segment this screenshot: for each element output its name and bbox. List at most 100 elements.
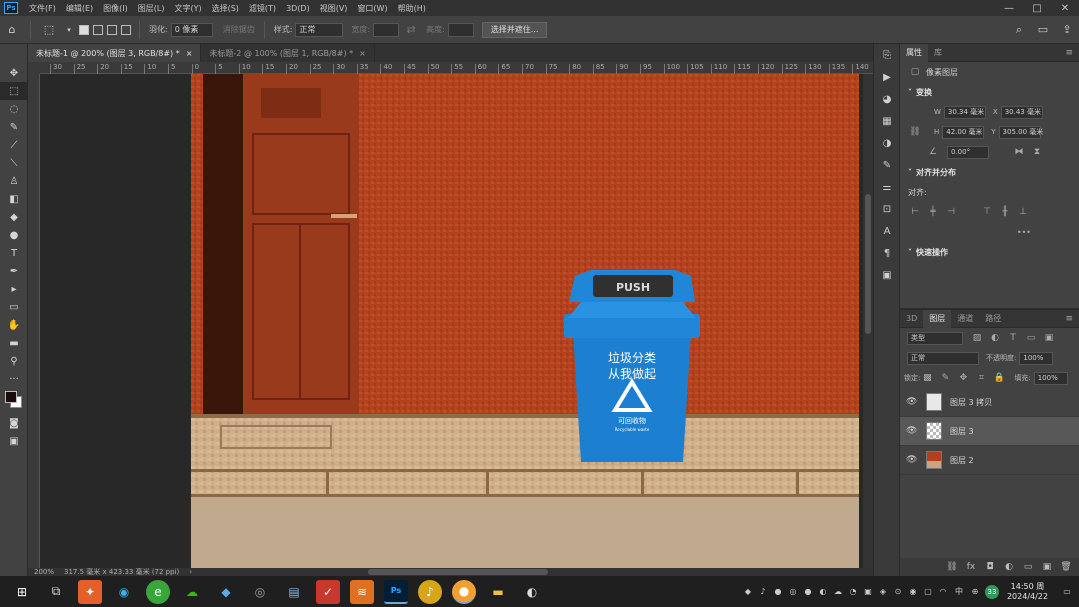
opacity-field[interactable]: 100% — [1019, 351, 1054, 365]
menu-edit[interactable]: 编辑(E) — [61, 3, 98, 14]
taskbar-app-orange-icon[interactable]: ✦ — [78, 579, 102, 604]
lock-artboard-icon[interactable]: ⌗ — [974, 372, 988, 384]
height-input[interactable] — [447, 22, 474, 37]
filter-type-icon[interactable]: T — [1006, 332, 1020, 344]
share-icon[interactable]: ⇪ — [1059, 22, 1075, 38]
marquee-preset-icon[interactable]: ⬚ — [41, 22, 57, 38]
document-canvas[interactable]: PUSH 垃圾分类 从我做起 可回收物 Recyclable waste — [191, 74, 859, 568]
actions-icon[interactable]: ▶ — [874, 66, 900, 88]
layer-filter-select[interactable]: 类型 — [907, 331, 963, 345]
history-icon[interactable]: ⎘ — [874, 44, 900, 66]
new-group-icon[interactable]: ▭ — [1021, 562, 1035, 572]
home-icon[interactable]: ⌂ — [4, 22, 20, 38]
align-bottom-icon[interactable]: ⊥ — [1016, 206, 1030, 218]
move-tool-icon[interactable]: ✥ — [0, 64, 28, 82]
color-swatches[interactable] — [0, 388, 28, 414]
vertical-scrollbar[interactable] — [863, 74, 873, 568]
more-options-icon[interactable]: ••• — [1017, 228, 1031, 237]
layer-item-3-copy[interactable]: 👁 图层 3 拷贝 — [900, 388, 1079, 417]
transform-section[interactable]: ˅ 变换 — [900, 82, 1079, 102]
intersect-selection-icon[interactable] — [121, 24, 131, 35]
feather-input[interactable]: 0 像素 — [170, 22, 213, 37]
new-layer-icon[interactable]: ▣ — [1040, 562, 1054, 572]
tray-app-icon[interactable]: ◐ — [817, 586, 829, 598]
notification-center-icon[interactable]: ▭ — [1061, 586, 1073, 598]
blend-mode-select[interactable]: 正常 — [907, 351, 979, 365]
filter-shape-icon[interactable]: ▭ — [1024, 332, 1038, 344]
task-view-icon[interactable]: ⧉ — [44, 580, 68, 604]
tab-channels[interactable]: 通道 — [951, 310, 979, 328]
y-field[interactable]: 305.00 毫米 — [998, 125, 1043, 139]
notification-badge[interactable]: 33 — [984, 584, 999, 599]
tray-app-icon[interactable]: ☁ — [832, 586, 844, 598]
antialias-checkbox[interactable]: 消除锯齿 — [223, 24, 255, 35]
file-explorer-icon[interactable]: ▬ — [486, 580, 510, 604]
panel-menu-icon[interactable]: ≡ — [1059, 314, 1079, 324]
tab-3d[interactable]: 3D — [900, 310, 923, 328]
path-select-tool-icon[interactable]: ▸ — [0, 280, 28, 298]
width-field[interactable]: 30.34 毫米 — [943, 105, 986, 119]
tray-app-icon[interactable]: ● — [772, 586, 784, 598]
taskbar-app-yellow-icon[interactable]: ♪ — [418, 579, 442, 604]
link-layers-icon[interactable]: ⛓ — [945, 562, 959, 572]
taskbar-app-amber-icon[interactable]: ● — [452, 579, 476, 604]
ime-indicator[interactable]: 中 — [952, 586, 966, 598]
stamp-tool-icon[interactable]: ♙ — [0, 172, 28, 190]
tray-app-icon[interactable]: ◔ — [847, 586, 859, 598]
flip-vertical-icon[interactable]: ⧗ — [1030, 146, 1044, 158]
brush-tool-icon[interactable]: ⟍ — [0, 154, 28, 172]
link-icon[interactable]: ⛓ — [908, 126, 922, 138]
tray-app-icon[interactable]: ◎ — [787, 586, 799, 598]
quick-select-tool-icon[interactable]: ✎ — [0, 118, 28, 136]
taskbar-app-dark-icon[interactable]: ◐ — [520, 580, 544, 604]
taskbar-app-green-icon[interactable]: e — [146, 579, 170, 604]
style-select[interactable]: 正常 — [295, 22, 344, 37]
layer-style-icon[interactable]: fx — [964, 562, 978, 572]
zoom-level[interactable]: 200% — [34, 568, 54, 576]
align-left-icon[interactable]: ⊢ — [908, 206, 922, 218]
menu-window[interactable]: 窗口(W) — [352, 3, 392, 14]
close-icon[interactable]: × — [359, 49, 366, 58]
adjustments-icon[interactable]: ◑ — [874, 132, 900, 154]
color-icon[interactable]: ◕ — [874, 88, 900, 110]
screen-mode-icon[interactable]: ▣ — [0, 432, 28, 450]
rectangle-tool-icon[interactable]: ▭ — [0, 298, 28, 316]
width-input[interactable] — [373, 22, 400, 37]
windows-start-icon[interactable]: ⊞ — [10, 580, 34, 604]
align-center-h-icon[interactable]: ╪ — [926, 206, 940, 218]
tab-document-1[interactable]: 未标题-1 @ 200% (图层 3, RGB/8#) * × — [28, 44, 202, 62]
tray-app-icon[interactable]: ▣ — [862, 586, 874, 598]
adjustment-layer-icon[interactable]: ◐ — [1002, 562, 1016, 572]
tray-app-icon[interactable]: ◆ — [742, 586, 754, 598]
close-icon[interactable]: × — [186, 49, 193, 58]
lock-transparent-icon[interactable]: ▩ — [920, 372, 934, 384]
paragraph-icon[interactable]: ¶ — [874, 242, 900, 264]
brush-settings-icon[interactable]: ✎ — [874, 154, 900, 176]
ime-mode-icon[interactable]: ⊕ — [969, 586, 981, 598]
menu-3d[interactable]: 3D(D) — [281, 4, 315, 13]
tray-app-icon[interactable]: ◉ — [907, 586, 919, 598]
wechat-icon[interactable]: ☁ — [180, 580, 204, 604]
search-icon[interactable]: ⌕ — [1011, 22, 1027, 38]
tab-paths[interactable]: 路径 — [979, 310, 1007, 328]
tray-app-icon[interactable]: ⊙ — [892, 586, 904, 598]
vertical-scroll-thumb[interactable] — [865, 194, 871, 334]
tray-app-icon[interactable]: ◈ — [877, 586, 889, 598]
lock-all-icon[interactable]: 🔒 — [992, 372, 1006, 384]
clone-source-icon[interactable]: ⊡ — [874, 198, 900, 220]
status-menu-arrow[interactable]: › — [189, 568, 192, 576]
align-center-v-icon[interactable]: ╫ — [998, 206, 1012, 218]
menu-image[interactable]: 图像(I) — [98, 3, 133, 14]
fill-field[interactable]: 100% — [1033, 371, 1068, 385]
styles-icon[interactable]: ⚌ — [874, 176, 900, 198]
gradient-tool-icon[interactable]: ◆ — [0, 208, 28, 226]
ruler-tool-icon[interactable]: ▬ — [0, 334, 28, 352]
align-top-icon[interactable]: ⊤ — [980, 206, 994, 218]
maximize-button[interactable]: □ — [1023, 3, 1051, 14]
filter-adjust-icon[interactable]: ◐ — [988, 332, 1002, 344]
tab-libraries[interactable]: 库 — [928, 44, 948, 62]
tray-app-icon[interactable]: ● — [802, 586, 814, 598]
taskbar-app-red-icon[interactable]: ✓ — [316, 579, 340, 604]
eye-icon[interactable]: 👁 — [906, 397, 920, 407]
quick-actions-section[interactable]: ˅ 快速操作 — [900, 242, 1079, 262]
